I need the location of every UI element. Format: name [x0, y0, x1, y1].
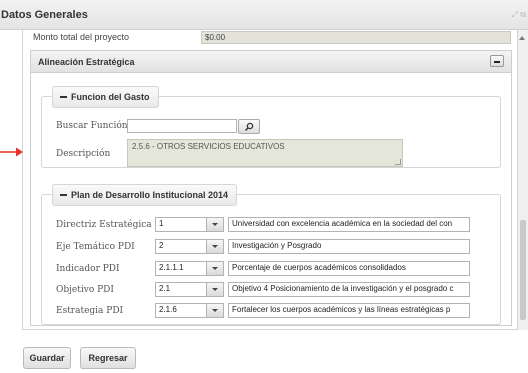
collapse-minus-icon: [60, 95, 67, 98]
eje-description-field[interactable]: Investigación y Posgrado: [228, 239, 470, 254]
pdi-row-objetivo: Objetivo PDI 2.1 Objetivo 4 Posicionamie…: [51, 282, 470, 298]
pdi-row-label: Eje Temático PDI: [56, 242, 135, 252]
pdi-row-label: Directriz Estratégica: [56, 220, 152, 230]
window-titlebar: Datos Generales ⤢ ⧉: [0, 0, 528, 30]
objetivo-combo[interactable]: 2.1: [155, 282, 224, 297]
funcion-gasto-legend-label: Funcion del Gasto: [71, 92, 150, 102]
descripcion-value: 2.5.6 - OTROS SERVICIOS EDUCATIVOS: [132, 142, 285, 151]
scrollbar-thumb[interactable]: [520, 220, 526, 320]
search-button[interactable]: [238, 119, 260, 134]
funcion-gasto-fieldset: Funcion del Gasto Buscar Función Descrip…: [41, 86, 501, 168]
alineacion-panel-header: Alineación Estratégica: [31, 51, 511, 73]
combo-value: 2.1.1.1: [159, 263, 184, 272]
estrategia-combo[interactable]: 2.1.6: [155, 303, 224, 318]
dropdown-arrow-icon[interactable]: [206, 218, 223, 231]
window-title: Datos Generales: [1, 9, 88, 21]
descripcion-textarea: 2.5.6 - OTROS SERVICIOS EDUCATIVOS: [127, 139, 403, 167]
pdi-row-estrategia: Estrategia PDI 2.1.6 Fortalecer los cuer…: [51, 303, 470, 319]
guardar-button[interactable]: Guardar: [23, 347, 71, 369]
pdi-row-directriz: Directriz Estratégica 1 Universidad con …: [51, 217, 470, 233]
eje-combo[interactable]: 2: [155, 239, 224, 254]
combo-value: 2.1: [159, 284, 171, 293]
alineacion-panel: Alineación Estratégica Funcion del Gasto…: [30, 50, 512, 326]
descripcion-row: Descripción 2.5.6 - OTROS SERVICIOS EDUC…: [51, 139, 453, 167]
estrategia-description-field[interactable]: Fortalecer los cuerpos académicos y las …: [228, 303, 470, 318]
directriz-combo[interactable]: 1: [155, 217, 224, 232]
dropdown-arrow-icon[interactable]: [206, 304, 223, 317]
combo-value: 2: [159, 241, 164, 250]
search-icon: [244, 122, 254, 132]
buscar-funcion-row: Buscar Función: [51, 119, 453, 135]
objetivo-description-field[interactable]: Objetivo 4 Posicionamiento de la investi…: [228, 282, 470, 297]
indicador-combo[interactable]: 2.1.1.1: [155, 261, 224, 276]
funcion-gasto-legend[interactable]: Funcion del Gasto: [52, 86, 159, 108]
pdi-row-label: Estrategia PDI: [56, 306, 124, 316]
regresar-button[interactable]: Regresar: [80, 347, 136, 369]
pdi-row-indicador: Indicador PDI 2.1.1.1 Porcentaje de cuer…: [51, 261, 470, 277]
combo-value: 2.1.6: [159, 305, 177, 314]
total-amount-field: $0.00: [201, 31, 511, 44]
indicador-description-field[interactable]: Porcentaje de cuerpos académicos consoli…: [228, 261, 470, 276]
total-amount-label: Monto total del proyecto: [33, 32, 130, 42]
descripcion-label: Descripción: [56, 149, 111, 159]
dropdown-arrow-icon[interactable]: [206, 240, 223, 253]
dropdown-arrow-icon[interactable]: [206, 262, 223, 275]
pdi-row-label: Indicador PDI: [56, 264, 120, 274]
directriz-description-field[interactable]: Universidad con excelencia académica en …: [228, 217, 470, 232]
pdi-row-label: Objetivo PDI: [56, 285, 114, 295]
plan-desarrollo-legend-label: Plan de Desarrollo Institucional 2014: [71, 190, 229, 200]
alineacion-panel-title: Alineación Estratégica: [38, 57, 135, 67]
form-content: Monto total del proyecto $0.00 Alineació…: [22, 30, 518, 330]
scroll-up-arrow-icon[interactable]: [519, 36, 525, 40]
collapse-minus-icon: [60, 193, 67, 196]
total-amount-row: Monto total del proyecto $0.00: [31, 30, 511, 46]
collapse-panel-button[interactable]: [490, 55, 504, 67]
annotation-arrow-icon: [0, 147, 23, 157]
pdi-row-eje: Eje Temático PDI 2 Investigación y Posgr…: [51, 239, 470, 255]
combo-value: 1: [159, 219, 164, 228]
vertical-scrollbar[interactable]: [518, 30, 528, 330]
buscar-funcion-input[interactable]: [127, 119, 237, 133]
buscar-funcion-label: Buscar Función: [56, 121, 128, 131]
resize-grip-icon[interactable]: [395, 159, 401, 165]
dropdown-arrow-icon[interactable]: [206, 283, 223, 296]
plan-desarrollo-legend[interactable]: Plan de Desarrollo Institucional 2014: [52, 184, 238, 206]
plan-desarrollo-fieldset: Plan de Desarrollo Institucional 2014 Di…: [41, 184, 501, 325]
window-controls-icon[interactable]: ⤢ ⧉: [512, 10, 526, 20]
